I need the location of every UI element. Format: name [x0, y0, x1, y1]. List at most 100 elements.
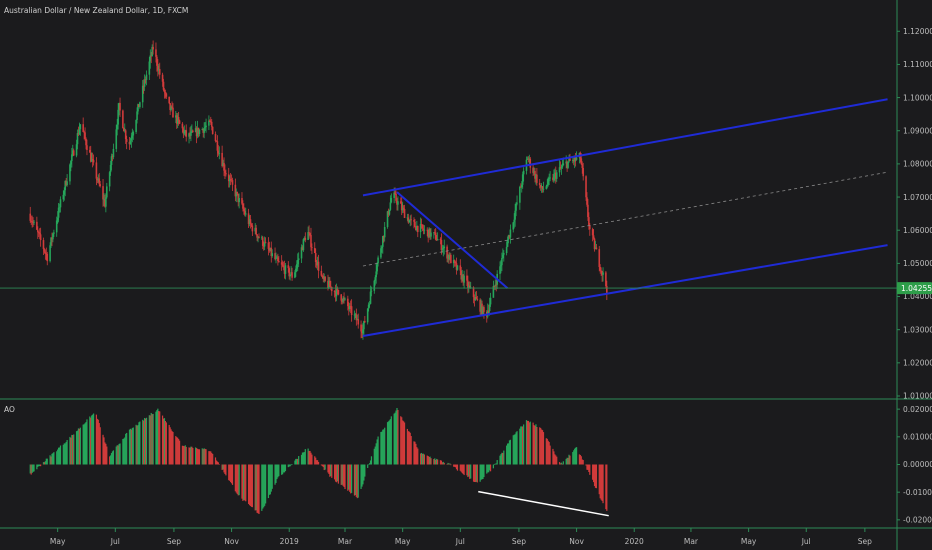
ao-bar	[40, 464, 42, 467]
x-tick-label: Jul	[110, 537, 120, 546]
ao-bar	[503, 450, 505, 465]
ao-bar	[304, 449, 306, 465]
ao-bar	[192, 447, 194, 465]
ao-bar	[423, 454, 425, 465]
ao-bar	[549, 445, 551, 465]
candle-body	[225, 173, 227, 175]
candle-body	[416, 225, 419, 233]
ao-bar	[66, 440, 68, 465]
candle-body	[595, 247, 598, 250]
candle-body	[185, 130, 188, 137]
ao-bar	[437, 459, 439, 465]
candle-body	[271, 253, 274, 256]
ao-bar	[516, 431, 518, 465]
ao-bar	[258, 464, 260, 515]
chart-canvas[interactable]: 1.12000 1.11000 1.10000 1.09000 1.08000 1.070…	[0, 0, 932, 550]
x-tick-label: May	[395, 537, 411, 546]
candle-body	[569, 158, 571, 161]
ao-bar	[344, 464, 346, 490]
candle-body	[145, 74, 148, 80]
candle-body	[251, 225, 254, 232]
ao-bar	[602, 464, 604, 504]
x-tick-label: Sep	[512, 537, 526, 546]
candle-body	[258, 236, 260, 238]
candle-body	[389, 202, 392, 210]
candle-body	[430, 232, 432, 237]
ao-bar	[595, 464, 598, 489]
y-tick-label: 1.08000	[903, 160, 932, 169]
x-tick-label: Sep	[858, 537, 872, 546]
candle-body	[244, 213, 247, 215]
ao-bar	[178, 440, 181, 465]
y-tick-label: 1.03000	[903, 325, 932, 334]
candle-body	[330, 286, 333, 292]
ao-bar	[556, 456, 558, 465]
ao-bar	[205, 449, 207, 465]
candle-body	[476, 298, 479, 300]
ao-bar	[483, 464, 485, 478]
y-tick-label: 1.11000	[903, 60, 932, 69]
ao-bar	[529, 421, 531, 465]
candle-body	[99, 184, 101, 187]
ao-bar	[106, 446, 108, 465]
ao-bar	[403, 422, 406, 465]
ao-bar	[562, 461, 564, 465]
candle-body	[390, 197, 393, 203]
ao-bar	[331, 464, 333, 478]
candle-body	[105, 197, 107, 207]
candle-body	[304, 237, 307, 240]
ao-bar	[523, 424, 525, 465]
candle-body	[278, 261, 280, 263]
candle-body	[205, 125, 207, 128]
candle-body	[311, 247, 313, 249]
ao-bar	[231, 464, 234, 485]
ao-bar	[284, 464, 287, 472]
candle-body	[397, 201, 399, 205]
ao-bar	[364, 464, 366, 477]
ao-bar	[59, 445, 62, 465]
ao-bar	[492, 464, 494, 469]
candle-body	[410, 219, 412, 221]
y-tick-label: 1.06000	[903, 226, 932, 235]
ao-tick-label: 0.02000	[903, 405, 932, 414]
candle-body	[214, 134, 217, 142]
candle-body	[125, 139, 128, 142]
ao-bar	[278, 464, 280, 477]
ao-bar	[390, 416, 392, 465]
candle-body	[66, 181, 68, 186]
candle-body	[538, 182, 541, 186]
candle-body	[502, 253, 505, 255]
ao-tick-label: 0.00000	[903, 460, 932, 469]
candle-body	[516, 202, 518, 204]
ao-bar	[86, 419, 88, 465]
ao-bar	[450, 464, 452, 466]
y-tick-label: 1.02000	[903, 359, 932, 368]
ao-bar	[92, 413, 95, 465]
ao-bar	[368, 464, 370, 466]
candle-body	[33, 221, 35, 223]
ao-bar	[298, 456, 300, 465]
candle-body	[414, 221, 416, 227]
candle-body	[264, 242, 267, 244]
y-tick-label: 1.09000	[903, 126, 932, 135]
y-tick-label: 1.01000	[903, 392, 932, 401]
candle-body	[357, 319, 360, 325]
ao-bar	[139, 421, 141, 465]
ao-bar	[470, 464, 472, 479]
ao-bar	[575, 447, 578, 465]
ao-tick-label: -0.01000	[903, 488, 932, 497]
ao-bar	[542, 432, 545, 465]
candle-body	[602, 272, 604, 275]
ao-bar	[509, 439, 512, 465]
candle-body	[456, 265, 459, 270]
price-tag: 1.04255	[897, 282, 932, 295]
chart-title: Australian Dollar / New Zealand Dollar, …	[4, 6, 188, 15]
candle-body	[336, 288, 339, 290]
candle-body	[122, 110, 124, 129]
y-tick-label: 1.12000	[903, 27, 932, 36]
x-tick-label: Sep	[167, 537, 181, 546]
candle-body	[106, 186, 108, 198]
ao-bar	[73, 434, 75, 465]
candle-body	[192, 130, 194, 132]
candle-body	[423, 229, 426, 231]
